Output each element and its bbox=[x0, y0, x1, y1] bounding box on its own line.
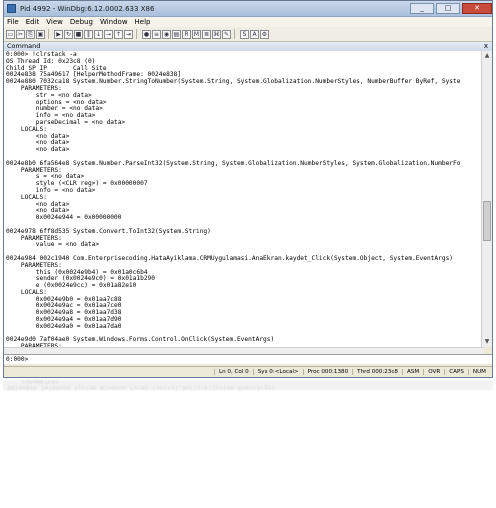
maximize-button[interactable]: □ bbox=[436, 3, 460, 14]
status-ovr: OVR bbox=[423, 369, 444, 375]
scroll-up-arrow-icon[interactable]: ▲ bbox=[482, 51, 492, 61]
font-icon[interactable]: A bbox=[250, 29, 259, 39]
status-system: Sys 0:<Local> bbox=[252, 369, 303, 375]
source-mode-icon[interactable]: S bbox=[240, 29, 249, 39]
status-caps: CAPS bbox=[444, 369, 468, 375]
window-title: Pid 4992 - WinDbg:6.12.0002.633 X86 bbox=[20, 4, 155, 13]
breakpoint-icon[interactable]: ● bbox=[142, 29, 151, 39]
restart-icon[interactable]: ↻ bbox=[64, 29, 73, 39]
break-icon[interactable]: ‖ bbox=[84, 29, 93, 39]
command-input[interactable] bbox=[32, 355, 452, 363]
vertical-scrollbar[interactable]: ▲ ▼ bbox=[481, 51, 492, 347]
menu-bar: File Edit View Debug Window Help bbox=[4, 17, 492, 27]
status-num: NUM bbox=[467, 369, 490, 375]
run-to-cursor-icon[interactable]: ⇥ bbox=[124, 29, 133, 39]
copy-icon[interactable]: ⎘ bbox=[26, 29, 35, 39]
locals-icon[interactable]: ▤ bbox=[172, 29, 181, 39]
command-output[interactable]: 0:000> !clrstack -a OS Thread Id: 0x23c8… bbox=[4, 51, 482, 347]
command-prompt: 0:000> bbox=[6, 356, 29, 363]
command-output-text: 0:000> !clrstack -a OS Thread Id: 0x23c8… bbox=[6, 51, 461, 347]
status-bar: Ln 0, Col 0 Sys 0:<Local> Proc 000:1380 … bbox=[4, 366, 492, 377]
step-into-icon[interactable]: ↓ bbox=[94, 29, 103, 39]
window-reflection: 0024e9d0 7af04ae0 System.Windows.Forms.C… bbox=[3, 380, 493, 508]
menu-debug[interactable]: Debug bbox=[70, 18, 93, 26]
scratch-icon[interactable]: ✎ bbox=[222, 29, 231, 39]
menu-window[interactable]: Window bbox=[100, 18, 128, 26]
go-icon[interactable]: ▶ bbox=[54, 29, 63, 39]
step-over-icon[interactable]: → bbox=[104, 29, 113, 39]
title-bar[interactable]: Pid 4992 - WinDbg:6.12.0002.633 X86 _ □ … bbox=[4, 1, 492, 17]
status-process: Proc 000:1380 bbox=[302, 369, 353, 375]
toolbar-separator bbox=[136, 29, 140, 39]
horizontal-scrollbar[interactable] bbox=[4, 347, 484, 354]
command-pane-label: Command bbox=[7, 42, 41, 50]
step-out-icon[interactable]: ↑ bbox=[114, 29, 123, 39]
status-thread: Thrd 000:23c8 bbox=[352, 369, 402, 375]
windbg-window: Pid 4992 - WinDbg:6.12.0002.633 X86 _ □ … bbox=[3, 0, 493, 378]
watch-icon[interactable]: ◉ bbox=[162, 29, 171, 39]
disassembly-icon[interactable]: ⌘ bbox=[212, 29, 221, 39]
memory-icon[interactable]: M bbox=[192, 29, 201, 39]
menu-help[interactable]: Help bbox=[135, 18, 151, 26]
toolbar-separator bbox=[48, 29, 52, 39]
stop-icon[interactable]: ■ bbox=[74, 29, 83, 39]
open-icon[interactable]: ▭ bbox=[6, 29, 15, 39]
callstack-icon[interactable]: ≣ bbox=[202, 29, 211, 39]
close-button[interactable]: ✕ bbox=[462, 3, 492, 14]
paste-icon[interactable]: ▣ bbox=[36, 29, 45, 39]
reflection-text: 0024e9d0 7af04ae0 System.Windows.Forms.C… bbox=[7, 380, 276, 391]
status-line-col: Ln 0, Col 0 bbox=[213, 369, 253, 375]
scroll-thumb[interactable] bbox=[483, 201, 491, 241]
command-icon[interactable]: ≡ bbox=[152, 29, 161, 39]
toolbar: ▭ ✂ ⎘ ▣ ▶ ↻ ■ ‖ ↓ → ↑ ⇥ ● ≡ ◉ ▤ R M ≣ ⌘ ✎ S A ⚙ bbox=[4, 27, 492, 42]
registers-icon[interactable]: R bbox=[182, 29, 191, 39]
cut-icon[interactable]: ✂ bbox=[16, 29, 25, 39]
status-asm: ASM bbox=[401, 369, 423, 375]
menu-file[interactable]: File bbox=[7, 18, 19, 26]
toolbar-separator bbox=[234, 29, 238, 39]
minimize-button[interactable]: _ bbox=[410, 3, 434, 14]
command-input-row: 0:000> bbox=[4, 354, 492, 364]
menu-edit[interactable]: Edit bbox=[26, 18, 40, 26]
menu-view[interactable]: View bbox=[46, 18, 63, 26]
command-pane-close-button[interactable]: x bbox=[484, 42, 488, 51]
windbg-app-icon bbox=[7, 4, 16, 13]
scroll-down-arrow-icon[interactable]: ▼ bbox=[482, 337, 492, 347]
options-icon[interactable]: ⚙ bbox=[260, 29, 269, 39]
